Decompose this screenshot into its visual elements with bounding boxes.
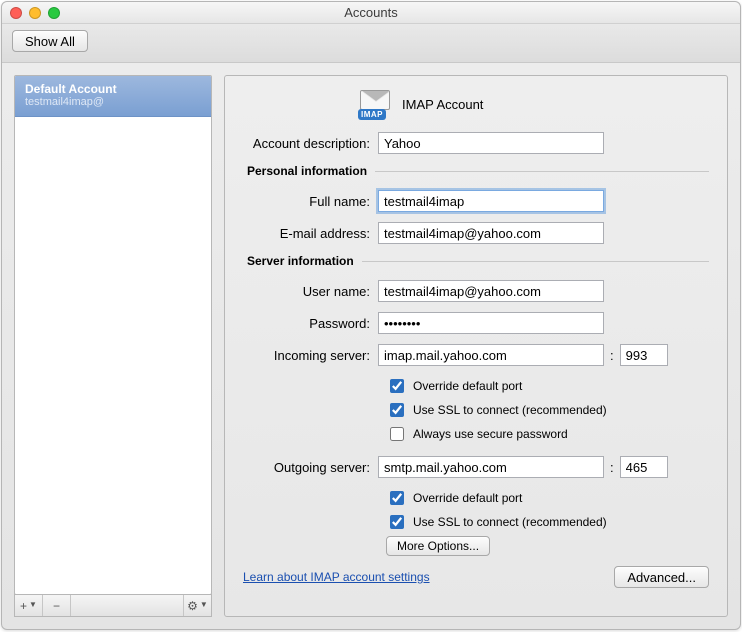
sidebar: Default Account testmail4imap@ +▼ − ⚙▼ [14,75,212,617]
incoming-override-port-label: Override default port [413,379,522,393]
incoming-port-input[interactable] [620,344,668,366]
account-type-label: IMAP Account [402,97,483,112]
account-email: testmail4imap@ [25,96,201,108]
zoom-icon[interactable] [48,7,60,19]
chevron-down-icon: ▼ [200,600,208,609]
chevron-down-icon: ▼ [29,600,37,609]
plus-icon: + [20,599,27,613]
incoming-ssl-checkbox[interactable] [390,403,404,417]
account-title: Default Account [25,82,201,96]
outgoing-override-port-label: Override default port [413,491,522,505]
port-separator: : [610,460,614,475]
titlebar: Accounts [2,2,740,24]
description-input[interactable] [378,132,604,154]
more-options-button[interactable]: More Options... [386,536,490,556]
add-account-button[interactable]: +▼ [15,595,43,616]
sidebar-spacer [71,595,183,616]
fullname-label: Full name: [243,194,378,209]
outgoing-override-port-checkbox[interactable] [390,491,404,505]
password-input[interactable] [378,312,604,334]
window-controls [10,7,60,19]
imap-badge: IMAP [358,109,386,120]
incoming-secure-pw-label: Always use secure password [413,427,568,441]
server-section-title: Server information [243,254,362,268]
gear-icon: ⚙ [187,599,198,613]
minus-icon: − [53,599,60,613]
accounts-window: Accounts Show All Default Account testma… [1,1,741,630]
email-input[interactable] [378,222,604,244]
password-label: Password: [243,316,378,331]
window-title: Accounts [344,5,397,20]
username-label: User name: [243,284,378,299]
content-area: Default Account testmail4imap@ +▼ − ⚙▼ [2,63,740,629]
outgoing-server-input[interactable] [378,456,604,478]
incoming-secure-pw-checkbox[interactable] [390,427,404,441]
username-input[interactable] [378,280,604,302]
server-section: Server information [243,254,709,268]
minimize-icon[interactable] [29,7,41,19]
envelope-icon [360,90,390,110]
imap-account-icon: IMAP [358,90,392,118]
email-label: E-mail address: [243,226,378,241]
outgoing-ssl-checkbox[interactable] [390,515,404,529]
sidebar-toolbar: +▼ − ⚙▼ [14,594,212,617]
outgoing-ssl-label: Use SSL to connect (recommended) [413,515,607,529]
personal-section: Personal information [243,164,709,178]
account-list-item[interactable]: Default Account testmail4imap@ [15,76,211,117]
close-icon[interactable] [10,7,22,19]
remove-account-button[interactable]: − [43,595,71,616]
incoming-server-input[interactable] [378,344,604,366]
account-actions-button[interactable]: ⚙▼ [183,595,211,616]
outgoing-port-input[interactable] [620,456,668,478]
port-separator: : [610,348,614,363]
toolbar: Show All [2,24,740,63]
personal-section-title: Personal information [243,164,375,178]
incoming-override-port-checkbox[interactable] [390,379,404,393]
account-list[interactable]: Default Account testmail4imap@ [14,75,212,595]
account-type-header: IMAP IMAP Account [358,90,709,118]
incoming-ssl-label: Use SSL to connect (recommended) [413,403,607,417]
description-label: Account description: [243,136,378,151]
account-detail-panel: IMAP IMAP Account Account description: P… [224,75,728,617]
fullname-input[interactable] [378,190,604,212]
learn-imap-link[interactable]: Learn about IMAP account settings [243,570,430,584]
outgoing-label: Outgoing server: [243,460,378,475]
divider [362,261,709,262]
advanced-button[interactable]: Advanced... [614,566,709,588]
show-all-button[interactable]: Show All [12,30,88,52]
divider [375,171,709,172]
incoming-label: Incoming server: [243,348,378,363]
